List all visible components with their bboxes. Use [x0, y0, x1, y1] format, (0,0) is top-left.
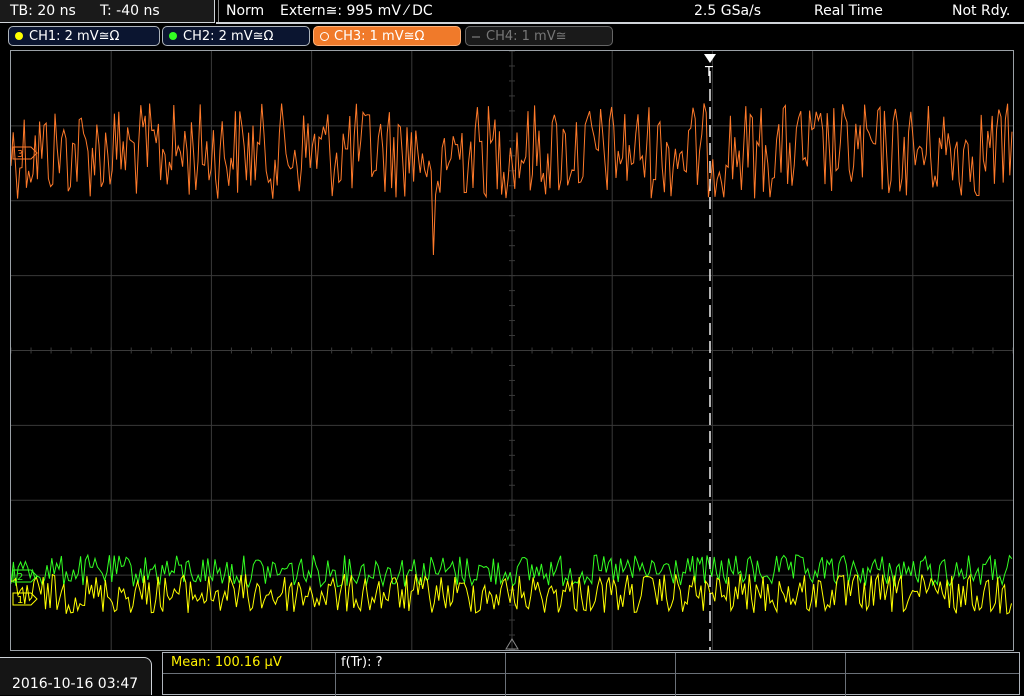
channel-3-marker-label: 3 [17, 149, 23, 160]
channel-2-marker-label: 2 [17, 572, 23, 583]
measurement-col-divider [675, 653, 676, 696]
datetime: 2016-10-16 03:47 [12, 676, 139, 692]
measurement-col-divider [845, 653, 846, 696]
measurement-col-divider [505, 653, 506, 696]
waveform-canvas[interactable]: T 3 2 1 [11, 51, 1013, 650]
channel-2-tab[interactable]: CH2: 2 mV≅Ω [162, 26, 310, 46]
channel-2-dot-icon [169, 32, 177, 40]
channel-4-tab[interactable]: CH4: 1 mV≅ [465, 26, 613, 46]
trigger-arrow-icon[interactable] [704, 54, 716, 63]
frequency-measurement[interactable]: f(Tr): ? [341, 655, 383, 670]
trigger-marker-label: T [704, 65, 713, 80]
bottom-bar: 2016-10-16 03:47 Mean: 100.16 µV f(Tr): … [0, 652, 1024, 696]
trigger-mode[interactable]: Norm [226, 0, 264, 22]
measurement-col-divider [335, 653, 336, 696]
graticule [11, 51, 1013, 650]
acquisition-mode[interactable]: Real Time [814, 0, 883, 22]
channel-tabs: CH1: 2 mV≅Ω CH2: 2 mV≅Ω CH3: 1 mV≅Ω CH4:… [0, 26, 1024, 48]
timebase-readout[interactable]: TB: 20 ns [10, 0, 76, 22]
channel-4-off-icon [472, 36, 480, 38]
channel-3-dot-icon [320, 32, 329, 41]
channel-3-tab[interactable]: CH3: 1 mV≅Ω [313, 26, 461, 46]
status-underline [216, 22, 1024, 24]
divider [218, 0, 219, 22]
channel-4-label: CH4: 1 mV≅ [486, 29, 567, 44]
trigger-status: Not Rdy. [952, 3, 1011, 19]
channel-3-label: CH3: 1 mV≅Ω [334, 29, 425, 44]
measurement-panel[interactable]: Mean: 100.16 µV f(Tr): ? [162, 652, 1020, 696]
waveform-display[interactable]: T 3 2 1 [10, 50, 1014, 651]
channel-1-label: CH1: 2 mV≅Ω [29, 29, 120, 44]
channel-1-tab[interactable]: CH1: 2 mV≅Ω [8, 26, 160, 46]
channel-1-dot-icon [15, 32, 23, 40]
trigger-time-readout[interactable]: T: -40 ns [100, 0, 160, 22]
channel-2-label: CH2: 2 mV≅Ω [183, 29, 274, 44]
channel-1-marker-label: 1 [17, 595, 23, 606]
status-bar: TB: 20 ns T: -40 ns Norm Extern≅: 995 mV… [0, 0, 1024, 24]
mean-measurement[interactable]: Mean: 100.16 µV [171, 655, 282, 670]
datetime-panel: 2016-10-16 03:47 [0, 657, 152, 695]
sample-rate[interactable]: 2.5 GSa/s [694, 0, 761, 22]
measurement-row-divider [163, 673, 1019, 674]
trigger-source[interactable]: Extern≅: 995 mV ⁄ DC [280, 0, 433, 22]
